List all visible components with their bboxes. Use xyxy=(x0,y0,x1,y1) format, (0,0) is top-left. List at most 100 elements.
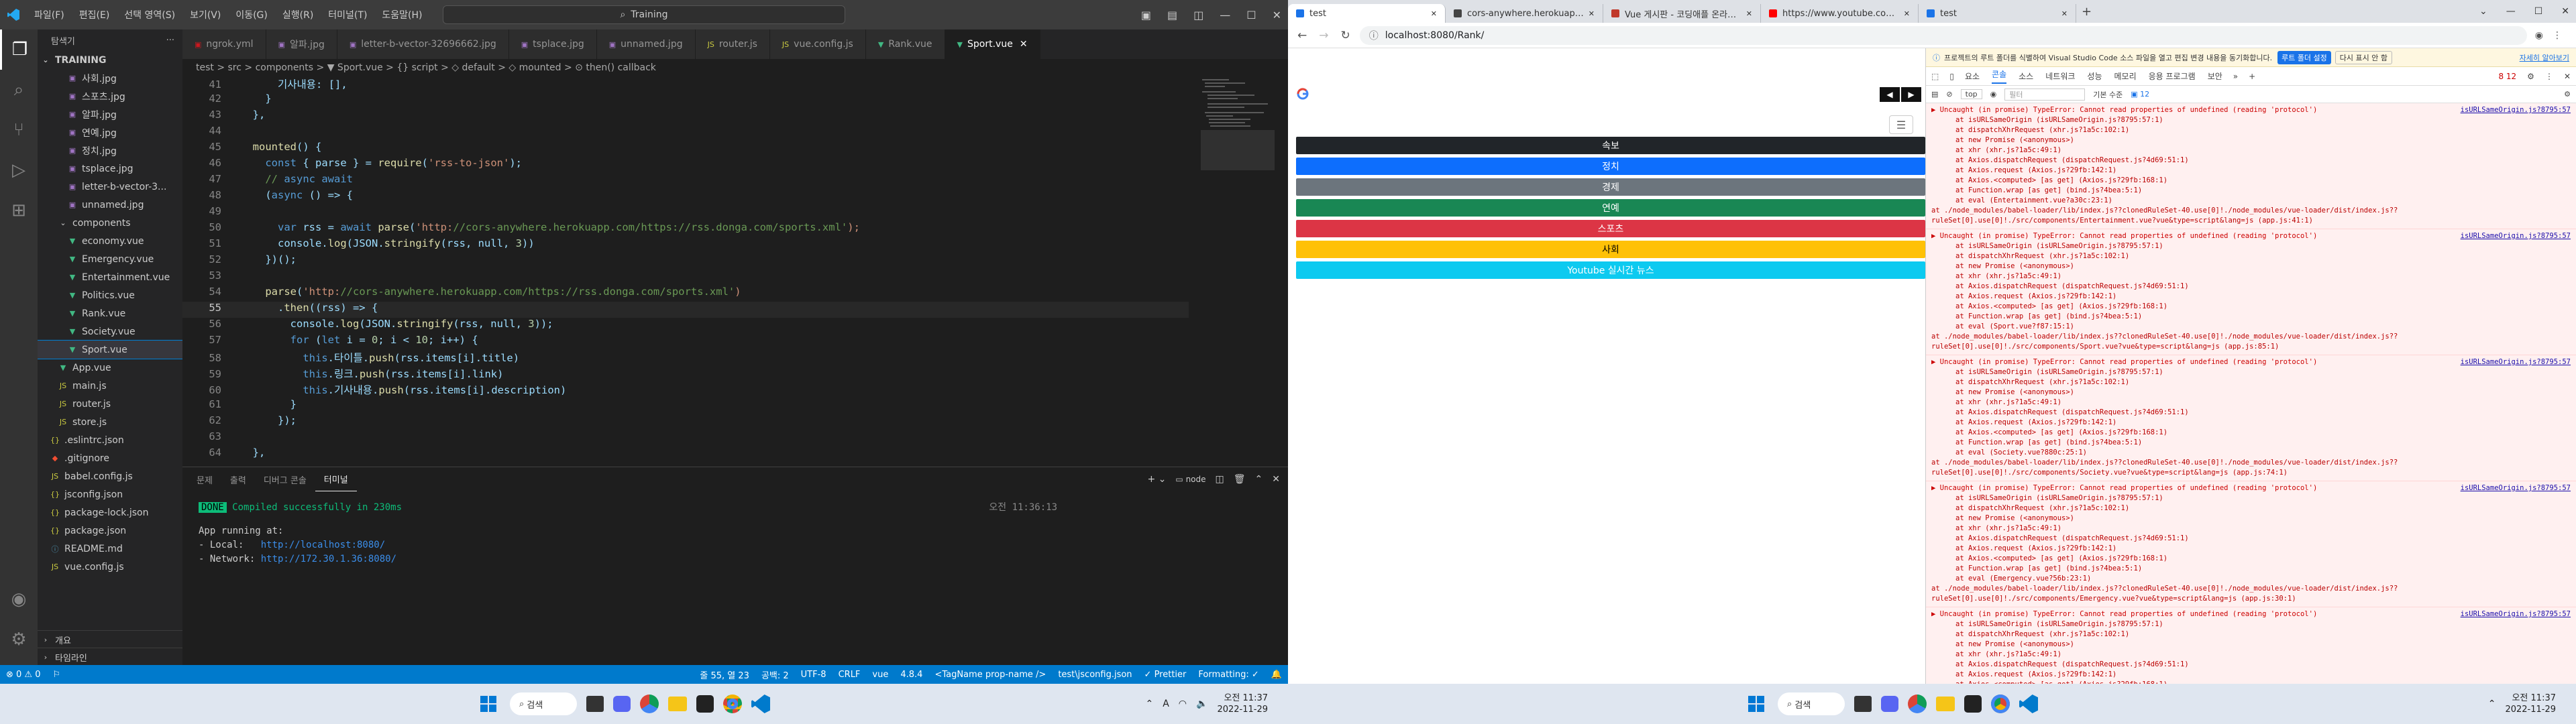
category-button[interactable]: 사회 xyxy=(1296,241,1925,258)
search-view-icon[interactable]: ⌕ xyxy=(0,70,38,110)
chat-icon[interactable] xyxy=(1881,696,1898,712)
file-tree-item[interactable]: ▼ Sport.vue xyxy=(38,340,182,359)
file-tree-item[interactable]: ▼ Society.vue xyxy=(38,322,182,341)
minimize-icon[interactable]: — xyxy=(1220,9,1230,21)
devtools-tab[interactable]: 성능 xyxy=(2087,70,2102,82)
file-tree-item[interactable]: ▣ 사회.jpg xyxy=(38,69,182,87)
error-source-link[interactable]: isURLSameOrigin.js?8795:57 xyxy=(2461,483,2571,493)
close-panel-icon[interactable]: ✕ xyxy=(1272,474,1280,485)
file-tree-item[interactable]: ▣ 알파.jpg xyxy=(38,105,182,123)
error-source-link[interactable]: isURLSameOrigin.js?8795:57 xyxy=(2461,609,2571,619)
vscode-taskbar-icon[interactable] xyxy=(2019,695,2038,713)
editor-tab[interactable]: ▼ Sport.vue ✕ xyxy=(945,29,1040,59)
console-error[interactable]: ▶ Uncaught (in promise) TypeError: Canno… xyxy=(1926,607,2576,684)
more-actions-icon[interactable]: ··· xyxy=(166,36,174,46)
dont-show-button[interactable]: 다시 표시 안 함 xyxy=(2334,50,2393,64)
tag-style[interactable]: <TagName prop-name /> xyxy=(928,670,1052,680)
close-tab-icon[interactable]: ✕ xyxy=(1589,9,1595,18)
file-tree-item[interactable]: ▣ 연예.jpg xyxy=(38,123,182,141)
maximize-icon[interactable]: ☐ xyxy=(1246,9,1256,21)
context-select[interactable]: top xyxy=(1960,89,1982,99)
device-icon[interactable]: ▯ xyxy=(1949,72,1954,81)
tab-search-icon[interactable]: ⌄ xyxy=(2479,6,2487,17)
devtools-close-icon[interactable]: ✕ xyxy=(2564,72,2571,81)
sidebar-toggle-icon[interactable]: ▤ xyxy=(1931,90,1938,99)
file-tree-item[interactable]: ▣ letter-b-vector-3... xyxy=(38,178,182,196)
file-tree-item[interactable]: ◆ .gitignore xyxy=(38,449,182,467)
task-view-icon[interactable] xyxy=(586,696,604,712)
console-error[interactable]: ▶ Uncaught (in promise) TypeError: Canno… xyxy=(1926,355,2576,481)
panel-tab[interactable]: 디버그 콘솔 xyxy=(255,467,315,491)
editor-tab[interactable]: JS router.js xyxy=(695,29,770,59)
remote-icon[interactable]: ⚐ xyxy=(47,670,67,680)
devtools-tab[interactable]: 네트워크 xyxy=(2045,70,2075,82)
editor-tab[interactable]: ▣ ngrok.yml xyxy=(182,29,266,59)
file-tree-item[interactable]: ▼ economy.vue xyxy=(38,232,182,250)
profile-icon[interactable]: ◉ xyxy=(2535,30,2543,41)
browser-tab[interactable]: cors-anywhere.herokuapp.com ✕ xyxy=(1446,4,1603,23)
file-tree-item[interactable]: JS store.js xyxy=(38,413,182,431)
editor-tab[interactable]: ▣ letter-b-vector-32696662.jpg xyxy=(337,29,509,59)
devtools-tab[interactable]: 콘솔 xyxy=(1992,68,2007,84)
eye-icon[interactable]: ◉ xyxy=(1990,90,1997,99)
category-button[interactable]: 경제 xyxy=(1296,178,1925,196)
outline-section[interactable]: › 개요 xyxy=(38,630,182,648)
file-tree-item[interactable]: ▣ 정치.jpg xyxy=(38,141,182,160)
file-tree-item[interactable]: JS router.js xyxy=(38,395,182,413)
category-button[interactable]: Youtube 실시간 뉴스 xyxy=(1296,261,1925,279)
split-terminal-icon[interactable]: ◫ xyxy=(1216,474,1224,485)
levels-select[interactable]: 기본 수준 xyxy=(2093,89,2123,100)
next-arrow-icon[interactable]: ▶ xyxy=(1901,87,1921,102)
file-explorer-icon[interactable] xyxy=(1936,697,1955,711)
new-terminal-icon[interactable]: + ⌄ xyxy=(1147,474,1166,485)
error-source-link[interactable]: isURLSameOrigin.js?8795:57 xyxy=(2461,357,2571,367)
settings-gear-icon[interactable]: ⚙ xyxy=(2527,72,2534,81)
learn-more-link[interactable]: 자세히 알아보기 xyxy=(2520,52,2569,63)
prev-arrow-icon[interactable]: ◀ xyxy=(1880,87,1900,102)
console-settings-icon[interactable]: ⚙ xyxy=(2564,90,2571,99)
notifications-icon[interactable]: 🔔 xyxy=(1265,670,1288,680)
editor-tab[interactable]: ▼ Rank.vue xyxy=(865,29,945,59)
wifi-icon[interactable]: ◠ xyxy=(1179,699,1187,709)
language-mode[interactable]: vue xyxy=(866,670,894,680)
indent-spaces[interactable]: 공백: 2 xyxy=(755,668,795,681)
menu-item[interactable]: 보기(V) xyxy=(182,0,228,29)
menu-item[interactable]: 실행(R) xyxy=(275,0,321,29)
volume-icon[interactable]: 🔈 xyxy=(1196,699,1208,709)
forward-icon[interactable]: → xyxy=(1319,29,1328,42)
settings-gear-icon[interactable]: ⚙ xyxy=(0,619,38,660)
close-tab-icon[interactable]: ✕ xyxy=(1746,9,1752,18)
file-tree-item[interactable]: ▼ Rank.vue xyxy=(38,304,182,322)
browser-tab[interactable]: Vue 게시판 - 코딩애플 온라인 강좌 ✕ xyxy=(1603,4,1761,23)
layout-panel-icon[interactable]: ▤ xyxy=(1167,9,1177,21)
file-tree-item[interactable]: ▣ 스포츠.jpg xyxy=(38,87,182,105)
close-tab-icon[interactable]: ✕ xyxy=(1904,9,1910,18)
close-tab-icon[interactable]: ✕ xyxy=(2061,9,2068,18)
language-icon[interactable]: A xyxy=(1163,699,1169,709)
breadcrumb[interactable]: test > src > components > ▼ Sport.vue > … xyxy=(182,59,1288,76)
editor-tab[interactable]: ▣ unnamed.jpg xyxy=(596,29,696,59)
file-explorer-icon[interactable] xyxy=(668,697,687,711)
trash-icon[interactable]: 🗑 xyxy=(1234,474,1246,485)
maximize-panel-icon[interactable]: ⌃ xyxy=(1255,474,1263,485)
clear-console-icon[interactable]: ⊘ xyxy=(1946,90,1952,99)
file-tree-item[interactable]: ≡yarn.lock xyxy=(38,576,182,579)
chrome-icon[interactable] xyxy=(723,695,742,713)
chrome-icon[interactable] xyxy=(1991,695,2010,713)
taskbar-search[interactable]: ⌕ 검색 xyxy=(1778,692,1845,715)
terminal-output[interactable]: DONE Compiled successfully in 230ms 오전 1… xyxy=(182,491,1288,576)
browser-tab[interactable]: https://www.youtube.com/feeds ✕ xyxy=(1761,4,1919,23)
file-tree-item[interactable]: {} .eslintrc.json xyxy=(38,431,182,449)
menu-item[interactable]: 편집(E) xyxy=(72,0,117,29)
editor-tab[interactable]: ▣ 알파.jpg xyxy=(266,29,337,59)
layout-split-icon[interactable]: ◫ xyxy=(1193,9,1203,21)
file-tree-item[interactable]: ⓘ README.md xyxy=(38,540,182,558)
set-root-button[interactable]: 루트 폴더 설정 xyxy=(2277,50,2331,64)
problems-count[interactable]: ⊗ 0 ⚠ 0 xyxy=(0,670,47,680)
file-tree-item[interactable]: ⌄ components xyxy=(38,214,182,232)
panel-tab[interactable]: 출력 xyxy=(221,467,255,491)
filter-input[interactable]: 필터 xyxy=(2004,88,2086,101)
inspect-icon[interactable]: ⬚ xyxy=(1931,72,1939,81)
devtools-menu-icon[interactable]: ⋮ xyxy=(2545,72,2553,81)
menu-kebab-icon[interactable]: ⋮ xyxy=(2553,30,2562,41)
